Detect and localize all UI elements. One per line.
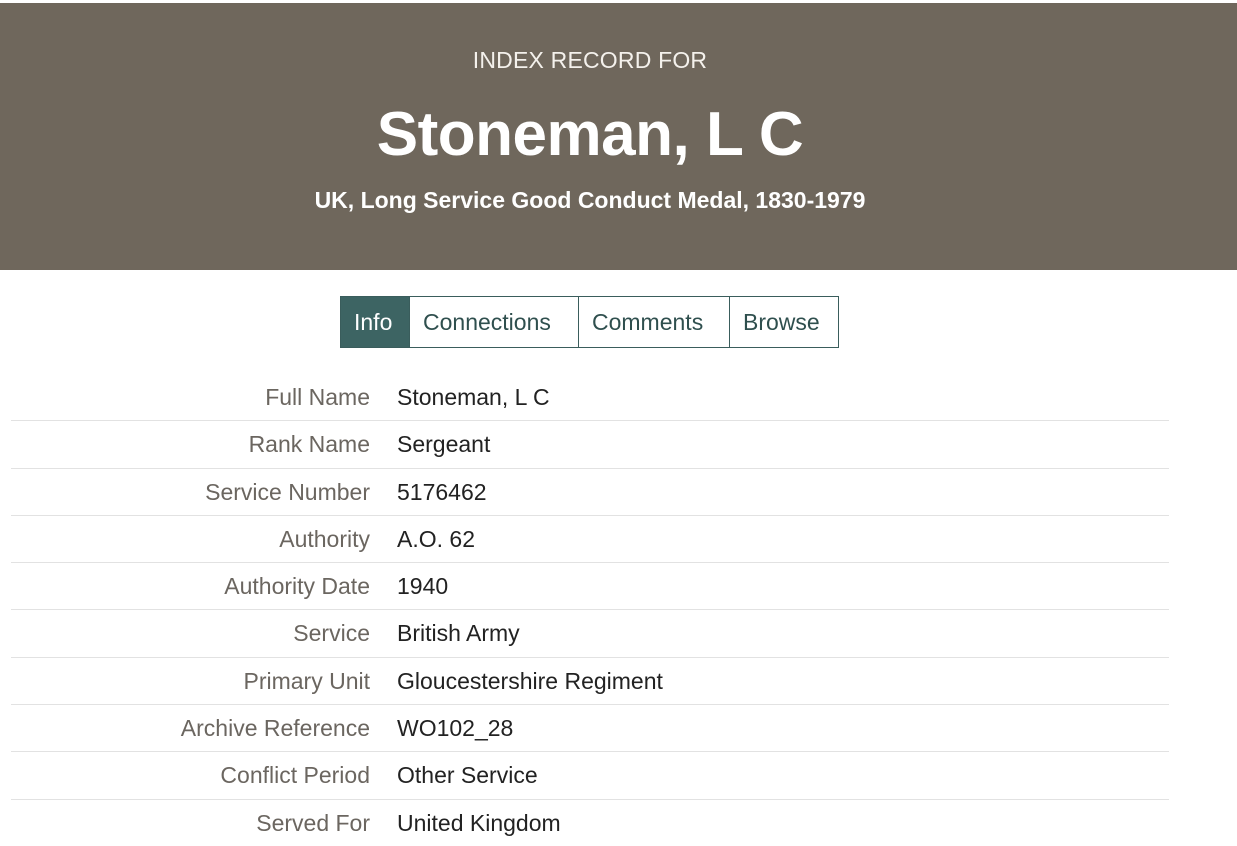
tab-connections[interactable]: Connections — [410, 296, 579, 348]
detail-value: Stoneman, L C — [397, 384, 550, 410]
detail-row-authority: Authority A.O. 62 — [11, 516, 1169, 564]
detail-label: Primary Unit — [243, 667, 370, 694]
detail-label: Served For — [256, 809, 370, 836]
detail-label: Authority — [279, 525, 370, 552]
detail-row-conflict-period: Conflict Period Other Service — [11, 752, 1169, 800]
detail-value: 1940 — [397, 573, 449, 600]
record-title: Stoneman, L C — [376, 100, 804, 169]
detail-value: 5176462 — [397, 478, 487, 505]
record-details-table: Full Name Stoneman, L C Rank Name Sergea… — [11, 374, 1169, 846]
tab-comments[interactable]: Comments — [579, 296, 730, 348]
detail-label: Rank Name — [248, 431, 370, 458]
record-header: INDEX RECORD FOR Stoneman, L C UK, Long … — [0, 3, 1237, 270]
detail-row-rank-name: Rank Name Sergeant — [11, 421, 1169, 469]
detail-row-service: Service British Army — [11, 610, 1169, 658]
detail-value: Sergeant — [397, 431, 491, 458]
detail-row-served-for: Served For United Kingdom — [11, 800, 1169, 846]
detail-value: WO102_28 — [397, 715, 514, 742]
detail-value: A.O. 62 — [397, 525, 475, 552]
tab-info[interactable]: Info — [340, 296, 410, 348]
tab-browse[interactable]: Browse — [730, 296, 839, 348]
detail-label: Service Number — [205, 478, 370, 505]
detail-row-primary-unit: Primary Unit Gloucestershire Regiment — [11, 658, 1169, 706]
detail-row-archive-reference: Archive Reference WO102_28 — [11, 705, 1169, 753]
detail-value: Other Service — [397, 762, 538, 789]
detail-label: Service — [293, 620, 370, 647]
detail-label: Conflict Period — [220, 762, 370, 789]
detail-value: British Army — [397, 620, 520, 647]
detail-row-service-number: Service Number 5176462 — [11, 469, 1169, 516]
record-kicker: INDEX RECORD FOR — [472, 47, 708, 73]
detail-value: United Kingdom — [397, 809, 561, 836]
record-collection-subtitle: UK, Long Service Good Conduct Medal, 183… — [314, 187, 866, 213]
detail-label: Authority Date — [224, 573, 370, 600]
detail-label: Full Name — [265, 384, 370, 410]
detail-value: Gloucestershire Regiment — [397, 667, 663, 694]
detail-row-authority-date: Authority Date 1940 — [11, 563, 1169, 611]
record-tabs: Info Connections Comments Browse — [340, 296, 839, 348]
detail-label: Archive Reference — [180, 715, 370, 742]
detail-row-full-name: Full Name Stoneman, L C — [11, 374, 1169, 422]
